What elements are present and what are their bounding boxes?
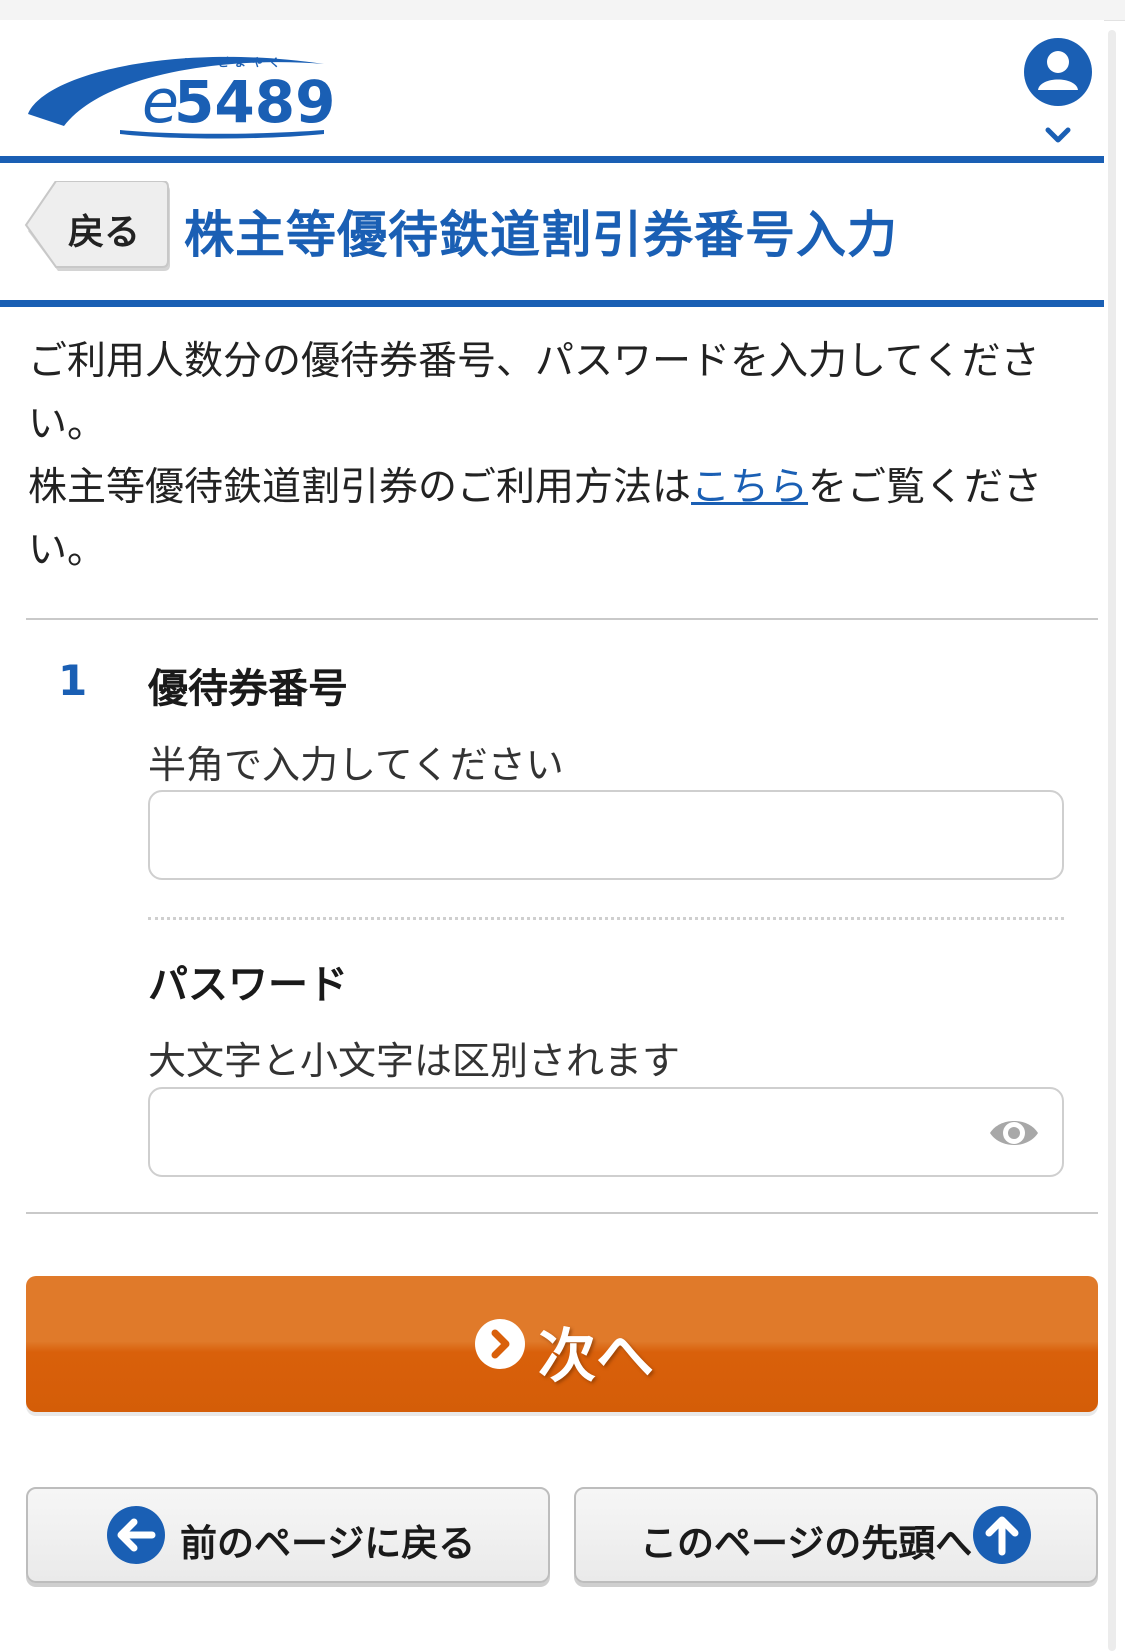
next-button-label: 次へ bbox=[538, 1322, 655, 1390]
page-title: 株主等優待鉄道割引券番号入力 bbox=[184, 206, 898, 264]
usage-link[interactable]: こちら bbox=[691, 465, 808, 510]
ticket-number-label: 優待券番号 bbox=[148, 666, 348, 712]
title-divider bbox=[0, 300, 1104, 307]
chevron-right-circle-icon bbox=[474, 1318, 526, 1370]
scrollbar[interactable] bbox=[1108, 30, 1116, 1651]
logo-ruby: いいごよやく bbox=[184, 55, 286, 69]
intro-line-1: ご利用人数分の優待券番号、パスワードを入力してください。 bbox=[28, 339, 1040, 447]
back-button-label: 戻る bbox=[68, 212, 141, 253]
page-top-label: このページの先頭へ bbox=[640, 1522, 973, 1565]
eye-icon bbox=[990, 1121, 1038, 1145]
page-top-button[interactable]: このページの先頭へ bbox=[574, 1487, 1098, 1583]
intro-text: ご利用人数分の優待券番号、パスワードを入力してください。 株主等優待鉄道割引券の… bbox=[28, 330, 1088, 582]
chevron-down-icon bbox=[1045, 127, 1071, 143]
form-bottom-divider bbox=[26, 1212, 1098, 1214]
header-divider bbox=[0, 156, 1104, 163]
person-icon bbox=[1024, 38, 1092, 143]
password-hint: 大文字と小文字は区別されます bbox=[148, 1039, 681, 1083]
ticket-number-hint: 半角で入力してください bbox=[148, 743, 564, 787]
account-menu-button[interactable] bbox=[1020, 34, 1096, 154]
show-password-toggle[interactable] bbox=[988, 1113, 1040, 1153]
arrow-up-icon bbox=[972, 1505, 1032, 1565]
intro-line-2: 株主等優待鉄道割引券のご利用方法はこちらをご覧ください。 bbox=[28, 456, 1088, 582]
previous-page-label: 前のページに戻る bbox=[180, 1522, 476, 1565]
passenger-number: 1 bbox=[58, 656, 88, 705]
field-separator bbox=[148, 917, 1064, 920]
password-label: パスワード bbox=[148, 962, 348, 1008]
title-bar: 戻る 株主等優待鉄道割引券番号入力 bbox=[0, 163, 1104, 300]
password-input[interactable] bbox=[148, 1087, 1064, 1177]
form-top-divider bbox=[26, 618, 1098, 620]
e5489-logo[interactable]: いいごよやく e 5489 bbox=[24, 34, 354, 144]
site-header: いいごよやく e 5489 bbox=[0, 20, 1104, 156]
browser-top-strip bbox=[0, 0, 1125, 21]
next-button[interactable]: 次へ bbox=[26, 1276, 1098, 1412]
arrow-left-icon bbox=[106, 1505, 166, 1565]
svg-text:5489: 5489 bbox=[174, 68, 335, 136]
intro-line-2-before: 株主等優待鉄道割引券のご利用方法は bbox=[28, 465, 692, 510]
ticket-number-input[interactable] bbox=[148, 790, 1064, 880]
back-button[interactable]: 戻る bbox=[24, 181, 172, 271]
previous-page-button[interactable]: 前のページに戻る bbox=[26, 1487, 550, 1583]
